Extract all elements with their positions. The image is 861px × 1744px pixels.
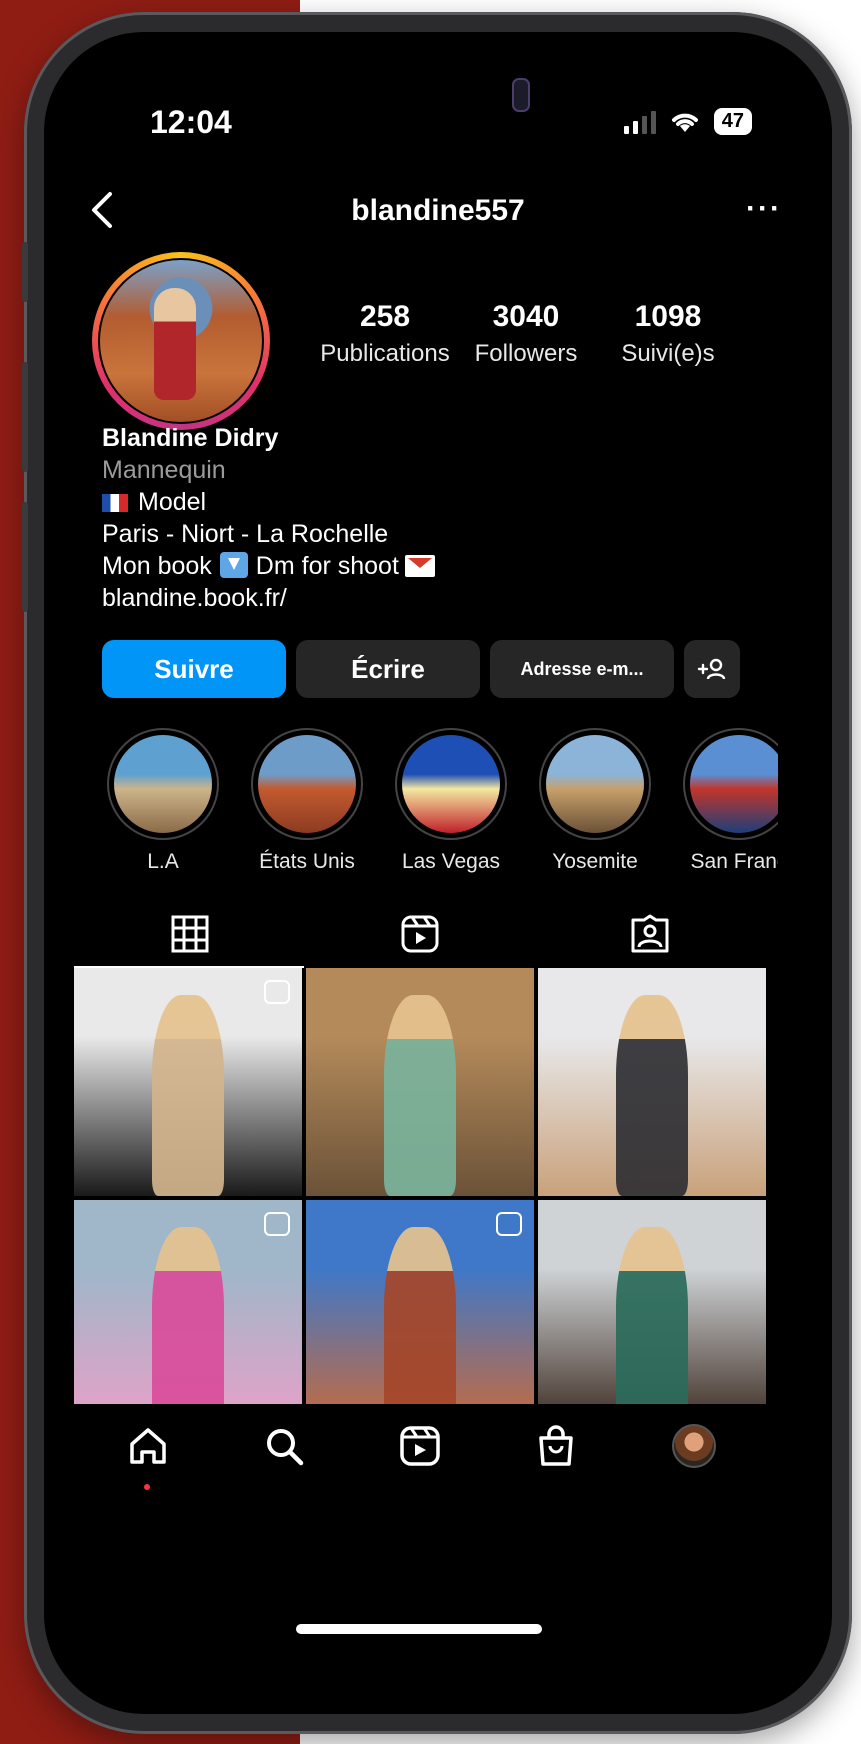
profile-header: blandine557 ··· bbox=[44, 180, 832, 240]
highlight-label: L.A bbox=[147, 850, 179, 873]
posts-grid bbox=[74, 968, 766, 1404]
profile-avatar-nav[interactable] bbox=[672, 1424, 716, 1468]
highlight-la[interactable]: L.A bbox=[98, 728, 228, 874]
grid-tab-icon[interactable] bbox=[170, 914, 210, 954]
volume-down-button bbox=[22, 502, 28, 612]
profile-username: blandine557 bbox=[351, 194, 525, 227]
add-user-icon bbox=[697, 658, 726, 680]
message-button[interactable]: Écrire bbox=[296, 640, 480, 698]
profile-category: Mannequin bbox=[102, 456, 226, 484]
follow-button[interactable]: Suivre bbox=[102, 640, 286, 698]
post-subject bbox=[383, 995, 457, 1196]
stat-label: Suivi(e)s bbox=[621, 340, 715, 367]
france-flag-icon bbox=[102, 494, 128, 512]
highlight-san-francisco[interactable]: San Franc bbox=[674, 728, 778, 874]
stat-label: Followers bbox=[474, 340, 578, 367]
profile-avatar-story-ring[interactable] bbox=[92, 252, 270, 430]
signal-icon bbox=[623, 110, 656, 134]
battery-icon: 47 bbox=[713, 108, 752, 135]
highlight-cover bbox=[402, 735, 500, 833]
post-subject bbox=[383, 1227, 457, 1404]
home-indicator[interactable] bbox=[296, 1624, 542, 1634]
highlight-cover bbox=[258, 735, 356, 833]
carousel-badge-icon bbox=[264, 1212, 290, 1236]
volume-up-button bbox=[22, 362, 28, 472]
reels-icon[interactable] bbox=[398, 1424, 442, 1468]
stat-label: Publications bbox=[320, 340, 450, 367]
profile-tabs bbox=[74, 914, 802, 974]
bio-text: Model bbox=[138, 488, 207, 516]
bio-line: Model bbox=[102, 486, 435, 518]
bio-text: Mon book bbox=[102, 552, 212, 580]
shop-icon[interactable] bbox=[534, 1424, 578, 1468]
highlight-label: San Franc bbox=[690, 850, 778, 873]
highlight-cover bbox=[114, 735, 212, 833]
reel-badge-icon bbox=[264, 980, 290, 1004]
post-thumbnail[interactable] bbox=[74, 968, 302, 1196]
status-time: 12:04 bbox=[150, 104, 232, 140]
highlight-label: Las Vegas bbox=[401, 850, 501, 873]
add-user-button[interactable] bbox=[684, 640, 740, 698]
phone-screen: 12:04 47 blandine557 ··· 258 Publication… bbox=[44, 32, 832, 1714]
stat-followers[interactable]: 3040 Followers bbox=[464, 300, 588, 368]
post-subject bbox=[151, 995, 225, 1196]
camera-indicator bbox=[512, 78, 530, 112]
reels-tab-icon[interactable] bbox=[400, 914, 440, 954]
bio-line: Mon book Dm for shoot bbox=[102, 550, 435, 582]
stat-value: 1098 bbox=[634, 300, 702, 333]
carousel-badge-icon bbox=[496, 1212, 522, 1236]
post-thumbnail[interactable] bbox=[306, 1200, 534, 1404]
bottom-navigation bbox=[44, 1404, 832, 1514]
highlight-yosemite[interactable]: Yosemite bbox=[530, 728, 660, 874]
post-subject bbox=[615, 1227, 689, 1404]
wifi-icon bbox=[671, 113, 698, 132]
highlight-label: Yosemite bbox=[552, 850, 638, 873]
profile-avatar bbox=[100, 260, 262, 422]
post-thumbnail[interactable] bbox=[538, 968, 766, 1196]
highlight-etats-unis[interactable]: États Unis bbox=[242, 728, 372, 874]
highlight-cover bbox=[690, 735, 778, 833]
notification-dot bbox=[144, 1484, 150, 1490]
bio-link[interactable]: blandine.book.fr/ bbox=[102, 582, 435, 614]
status-icons: 47 bbox=[623, 108, 752, 135]
home-icon[interactable] bbox=[126, 1424, 170, 1468]
post-thumbnail[interactable] bbox=[538, 1200, 766, 1404]
tagged-tab-icon[interactable] bbox=[630, 914, 670, 954]
envelope-emoji-icon bbox=[404, 555, 435, 577]
highlight-las-vegas[interactable]: Las Vegas bbox=[386, 728, 516, 874]
bio-location: Paris - Niort - La Rochelle bbox=[102, 520, 389, 548]
stat-value: 258 bbox=[359, 300, 411, 333]
post-subject bbox=[151, 1227, 225, 1404]
phone-frame: 12:04 47 blandine557 ··· 258 Publication… bbox=[22, 12, 852, 1734]
stat-value: 3040 bbox=[492, 300, 560, 333]
mute-switch bbox=[22, 242, 28, 302]
bio-text: Dm for shoot bbox=[255, 552, 399, 580]
email-button[interactable]: Adresse e-m... bbox=[490, 640, 674, 698]
stat-publications[interactable]: 258 Publications bbox=[320, 300, 450, 368]
post-thumbnail[interactable] bbox=[74, 1200, 302, 1404]
post-subject bbox=[615, 995, 689, 1196]
highlight-cover bbox=[546, 735, 644, 833]
profile-bio: Blandine Didry Mannequin Model Paris - N… bbox=[102, 422, 435, 614]
down-arrow-emoji-icon bbox=[219, 552, 248, 578]
highlight-label: États Unis bbox=[259, 850, 355, 873]
search-icon[interactable] bbox=[262, 1424, 306, 1468]
post-thumbnail[interactable] bbox=[306, 968, 534, 1196]
story-highlights: L.A États Unis Las Vegas Yosemite San Fr… bbox=[98, 728, 778, 878]
stat-following[interactable]: 1098 Suivi(e)s bbox=[606, 300, 730, 368]
more-options-button[interactable]: ··· bbox=[746, 192, 782, 226]
profile-full-name: Blandine Didry bbox=[102, 424, 279, 452]
